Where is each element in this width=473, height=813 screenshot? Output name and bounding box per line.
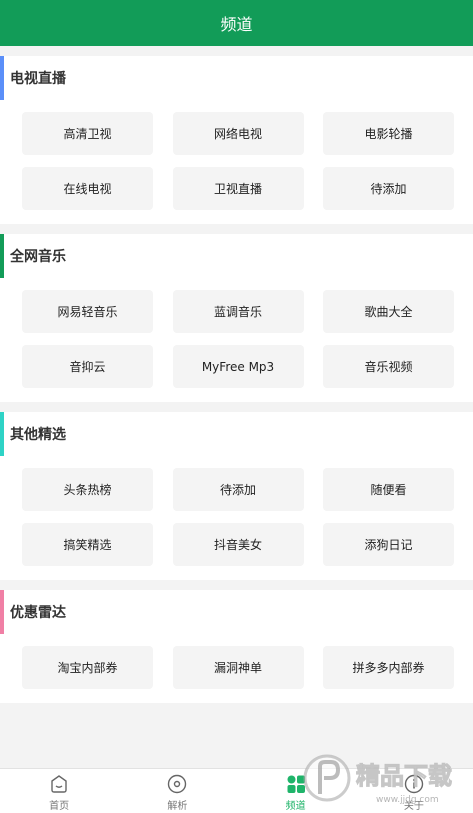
channel-tile[interactable]: 音抑云	[22, 345, 153, 388]
channel-tile[interactable]: 搞笑精选	[22, 523, 153, 566]
section-accent-bar	[0, 234, 4, 278]
channel-tile[interactable]: 添狗日记	[323, 523, 454, 566]
section-header: 优惠雷达	[0, 590, 473, 634]
nav-item-channel[interactable]: 频道	[237, 769, 355, 813]
channel-tile[interactable]: 在线电视	[22, 167, 153, 210]
channel-tile[interactable]: 网络电视	[172, 112, 304, 155]
grid-row: 在线电视 卫视直播 待添加	[22, 167, 454, 210]
channel-tile[interactable]: 卫视直播	[172, 167, 304, 210]
channel-tile[interactable]: 随便看	[323, 468, 454, 511]
channel-grid: 头条热榜 待添加 随便看 搞笑精选 抖音美女 添狗日记	[0, 456, 473, 580]
grid-row: 网易轻音乐 蓝调音乐 歌曲大全	[22, 290, 454, 333]
channel-tile[interactable]: 网易轻音乐	[22, 290, 153, 333]
channel-tile[interactable]: 待添加	[172, 468, 304, 511]
bottom-nav: 首页 解析 频道 关于	[0, 768, 473, 813]
nav-item-label: 首页	[49, 800, 70, 812]
section-header: 全网音乐	[0, 234, 473, 278]
channel-tile[interactable]: 头条热榜	[22, 468, 153, 511]
section-accent-bar	[0, 56, 4, 100]
info-icon	[403, 773, 425, 795]
channel-tile[interactable]: 高清卫视	[22, 112, 153, 155]
section-title: 电视直播	[10, 71, 66, 87]
channel-tile[interactable]: 拼多多内部券	[323, 646, 454, 689]
nav-item-home[interactable]: 首页	[0, 769, 118, 813]
grid-row: 音抑云 MyFree Mp3 音乐视频	[22, 345, 454, 388]
section-music: 全网音乐 网易轻音乐 蓝调音乐 歌曲大全 音抑云 MyFree Mp3 音乐视频	[0, 234, 473, 402]
channel-grid: 高清卫视 网络电视 电影轮播 在线电视 卫视直播 待添加	[0, 100, 473, 224]
channel-tile[interactable]: 音乐视频	[323, 345, 454, 388]
channel-tile[interactable]: MyFree Mp3	[172, 345, 304, 388]
app-screen: 频道 电视直播 高清卫视 网络电视 电影轮播 在线电视 卫视直播 待添加 全网音…	[0, 0, 473, 813]
grid-row: 高清卫视 网络电视 电影轮播	[22, 112, 454, 155]
channel-grid: 网易轻音乐 蓝调音乐 歌曲大全 音抑云 MyFree Mp3 音乐视频	[0, 278, 473, 402]
nav-item-label: 解析	[167, 800, 188, 812]
top-bar: 频道	[0, 0, 473, 46]
grid-row: 淘宝内部券 漏洞神单 拼多多内部券	[22, 646, 454, 689]
grid-row: 头条热榜 待添加 随便看	[22, 468, 454, 511]
section-deals: 优惠雷达 淘宝内部券 漏洞神单 拼多多内部券	[0, 590, 473, 703]
channel-tile[interactable]: 漏洞神单	[172, 646, 304, 689]
nav-item-parse[interactable]: 解析	[118, 769, 236, 813]
channel-list: 电视直播 高清卫视 网络电视 电影轮播 在线电视 卫视直播 待添加 全网音乐 网…	[0, 46, 473, 703]
disc-icon	[166, 773, 188, 795]
section-title: 其他精选	[10, 427, 66, 443]
nav-item-label: 关于	[403, 800, 424, 812]
home-icon	[48, 773, 70, 795]
grid-icon	[285, 773, 307, 795]
page-title: 频道	[220, 15, 253, 34]
section-header: 电视直播	[0, 56, 473, 100]
section-tv-live: 电视直播 高清卫视 网络电视 电影轮播 在线电视 卫视直播 待添加	[0, 56, 473, 224]
section-header: 其他精选	[0, 412, 473, 456]
channel-tile[interactable]: 电影轮播	[323, 112, 454, 155]
section-title: 优惠雷达	[10, 605, 66, 621]
channel-tile[interactable]: 抖音美女	[172, 523, 304, 566]
section-accent-bar	[0, 590, 4, 634]
grid-row: 搞笑精选 抖音美女 添狗日记	[22, 523, 454, 566]
section-title: 全网音乐	[10, 249, 66, 265]
channel-tile[interactable]: 淘宝内部券	[22, 646, 153, 689]
channel-tile[interactable]: 蓝调音乐	[172, 290, 304, 333]
channel-tile[interactable]: 歌曲大全	[323, 290, 454, 333]
channel-grid: 淘宝内部券 漏洞神单 拼多多内部券	[0, 634, 473, 703]
section-accent-bar	[0, 412, 4, 456]
section-other-picks: 其他精选 头条热榜 待添加 随便看 搞笑精选 抖音美女 添狗日记	[0, 412, 473, 580]
channel-tile[interactable]: 待添加	[323, 167, 454, 210]
nav-item-label: 频道	[285, 800, 306, 812]
nav-item-about[interactable]: 关于	[355, 769, 473, 813]
